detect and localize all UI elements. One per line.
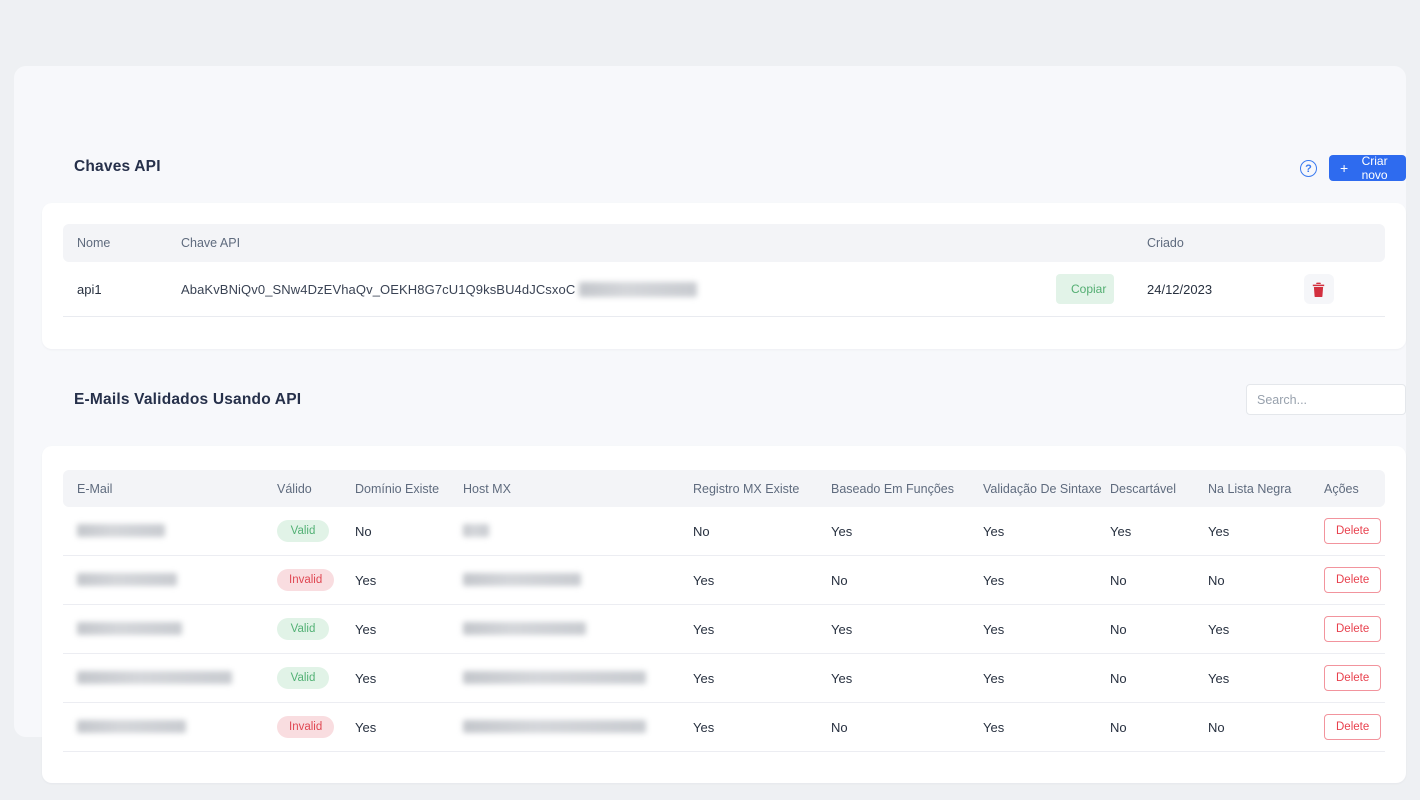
disposable-value: No xyxy=(1110,720,1208,735)
syntax-validation-value: Yes xyxy=(983,671,1110,686)
blacklisted-value: Yes xyxy=(1208,622,1324,637)
email-table-row: Valid Yes Yes Yes Yes No Yes Delete xyxy=(63,605,1385,654)
col-header-valido: Válido xyxy=(277,482,355,496)
redacted-host-mx xyxy=(463,720,646,733)
disposable-value: Yes xyxy=(1110,524,1208,539)
domain-exists-value: No xyxy=(355,524,463,539)
col-header-criado: Criado xyxy=(1132,236,1272,250)
api-key-row: api1 AbaKvBNiQv0_SNw4DzEVhaQv_OEKH8G7cU1… xyxy=(63,262,1385,317)
api-key-name: api1 xyxy=(77,282,181,297)
role-based-value: Yes xyxy=(831,671,983,686)
valid-status-badge: Invalid xyxy=(277,716,334,738)
blacklisted-value: No xyxy=(1208,573,1324,588)
blacklisted-value: No xyxy=(1208,720,1324,735)
disposable-value: No xyxy=(1110,622,1208,637)
help-icon[interactable]: ? xyxy=(1300,160,1317,177)
copy-key-button[interactable]: Copiar xyxy=(1056,274,1114,304)
create-new-button[interactable]: + Criar novo xyxy=(1329,155,1406,181)
validated-emails-title: E-Mails Validados Usando API xyxy=(74,391,301,409)
redacted-host-mx xyxy=(463,671,646,684)
col-header-host-mx: Host MX xyxy=(463,482,693,496)
syntax-validation-value: Yes xyxy=(983,720,1110,735)
valid-status-badge: Valid xyxy=(277,520,329,542)
syntax-validation-value: Yes xyxy=(983,573,1110,588)
valid-status-badge: Valid xyxy=(277,667,329,689)
col-header-email: E-Mail xyxy=(77,482,277,496)
domain-exists-value: Yes xyxy=(355,573,463,588)
main-panel: Chaves API ? + Criar novo Nome Chave API… xyxy=(14,66,1406,737)
mx-record-exists-value: No xyxy=(693,524,831,539)
email-table-row: Valid Yes Yes Yes Yes No Yes Delete xyxy=(63,654,1385,703)
email-table-row: Invalid Yes Yes No Yes No No Delete xyxy=(63,556,1385,605)
valid-status-badge: Invalid xyxy=(277,569,334,591)
redacted-key-segment xyxy=(579,282,697,297)
delete-key-button[interactable] xyxy=(1304,274,1334,304)
email-table-body: Valid No No Yes Yes Yes Yes Delete Inval… xyxy=(63,507,1385,752)
delete-email-button[interactable]: Delete xyxy=(1324,616,1381,642)
col-header-baseado-em-funcoes: Baseado Em Funções xyxy=(831,482,983,496)
redacted-host-mx xyxy=(463,524,489,537)
redacted-email xyxy=(77,622,182,635)
blacklisted-value: Yes xyxy=(1208,524,1324,539)
mx-record-exists-value: Yes xyxy=(693,720,831,735)
redacted-email xyxy=(77,720,186,733)
delete-email-button[interactable]: Delete xyxy=(1324,714,1381,740)
api-keys-card: Nome Chave API Criado api1 AbaKvBNiQv0_S… xyxy=(42,203,1406,349)
api-keys-table-header: Nome Chave API Criado xyxy=(63,224,1385,262)
syntax-validation-value: Yes xyxy=(983,524,1110,539)
col-header-nome: Nome xyxy=(77,236,181,250)
col-header-chave-api: Chave API xyxy=(181,236,1042,250)
redacted-host-mx xyxy=(463,573,581,586)
validated-emails-card: E-Mail Válido Domínio Existe Host MX Reg… xyxy=(42,446,1406,783)
delete-email-button[interactable]: Delete xyxy=(1324,665,1381,691)
trash-icon xyxy=(1312,282,1325,297)
domain-exists-value: Yes xyxy=(355,671,463,686)
page: { "colors": { "accent": "#2e6bef", "succ… xyxy=(0,0,1420,800)
blacklisted-value: Yes xyxy=(1208,671,1324,686)
redacted-email xyxy=(77,524,165,537)
domain-exists-value: Yes xyxy=(355,622,463,637)
col-header-registro-mx-existe: Registro MX Existe xyxy=(693,482,831,496)
disposable-value: No xyxy=(1110,671,1208,686)
delete-email-button[interactable]: Delete xyxy=(1324,518,1381,544)
mx-record-exists-value: Yes xyxy=(693,671,831,686)
col-header-descartavel: Descartável xyxy=(1110,482,1208,496)
col-header-acoes: Ações xyxy=(1324,482,1385,496)
disposable-value: No xyxy=(1110,573,1208,588)
api-keys-title: Chaves API xyxy=(74,158,161,176)
role-based-value: No xyxy=(831,720,983,735)
mx-record-exists-value: Yes xyxy=(693,573,831,588)
role-based-value: Yes xyxy=(831,524,983,539)
redacted-email xyxy=(77,573,177,586)
api-key-created-date: 24/12/2023 xyxy=(1132,282,1272,297)
redacted-email xyxy=(77,671,232,684)
emails-table-header: E-Mail Válido Domínio Existe Host MX Reg… xyxy=(63,470,1385,507)
redacted-host-mx xyxy=(463,622,586,635)
role-based-value: No xyxy=(831,573,983,588)
api-key-value: AbaKvBNiQv0_SNw4DzEVhaQv_OEKH8G7cU1Q9ksB… xyxy=(181,282,1042,297)
col-header-validacao-de-sintaxe: Validação De Sintaxe xyxy=(983,482,1110,496)
plus-icon: + xyxy=(1340,160,1348,176)
email-table-row: Invalid Yes Yes No Yes No No Delete xyxy=(63,703,1385,752)
api-keys-table-body: api1 AbaKvBNiQv0_SNw4DzEVhaQv_OEKH8G7cU1… xyxy=(63,262,1385,317)
domain-exists-value: Yes xyxy=(355,720,463,735)
email-table-row: Valid No No Yes Yes Yes Yes Delete xyxy=(63,507,1385,556)
syntax-validation-value: Yes xyxy=(983,622,1110,637)
search-input[interactable] xyxy=(1246,384,1406,415)
valid-status-badge: Valid xyxy=(277,618,329,640)
create-new-label: Criar novo xyxy=(1354,154,1395,182)
col-header-na-lista-negra: Na Lista Negra xyxy=(1208,482,1324,496)
col-header-dominio-existe: Domínio Existe xyxy=(355,482,463,496)
role-based-value: Yes xyxy=(831,622,983,637)
mx-record-exists-value: Yes xyxy=(693,622,831,637)
delete-email-button[interactable]: Delete xyxy=(1324,567,1381,593)
